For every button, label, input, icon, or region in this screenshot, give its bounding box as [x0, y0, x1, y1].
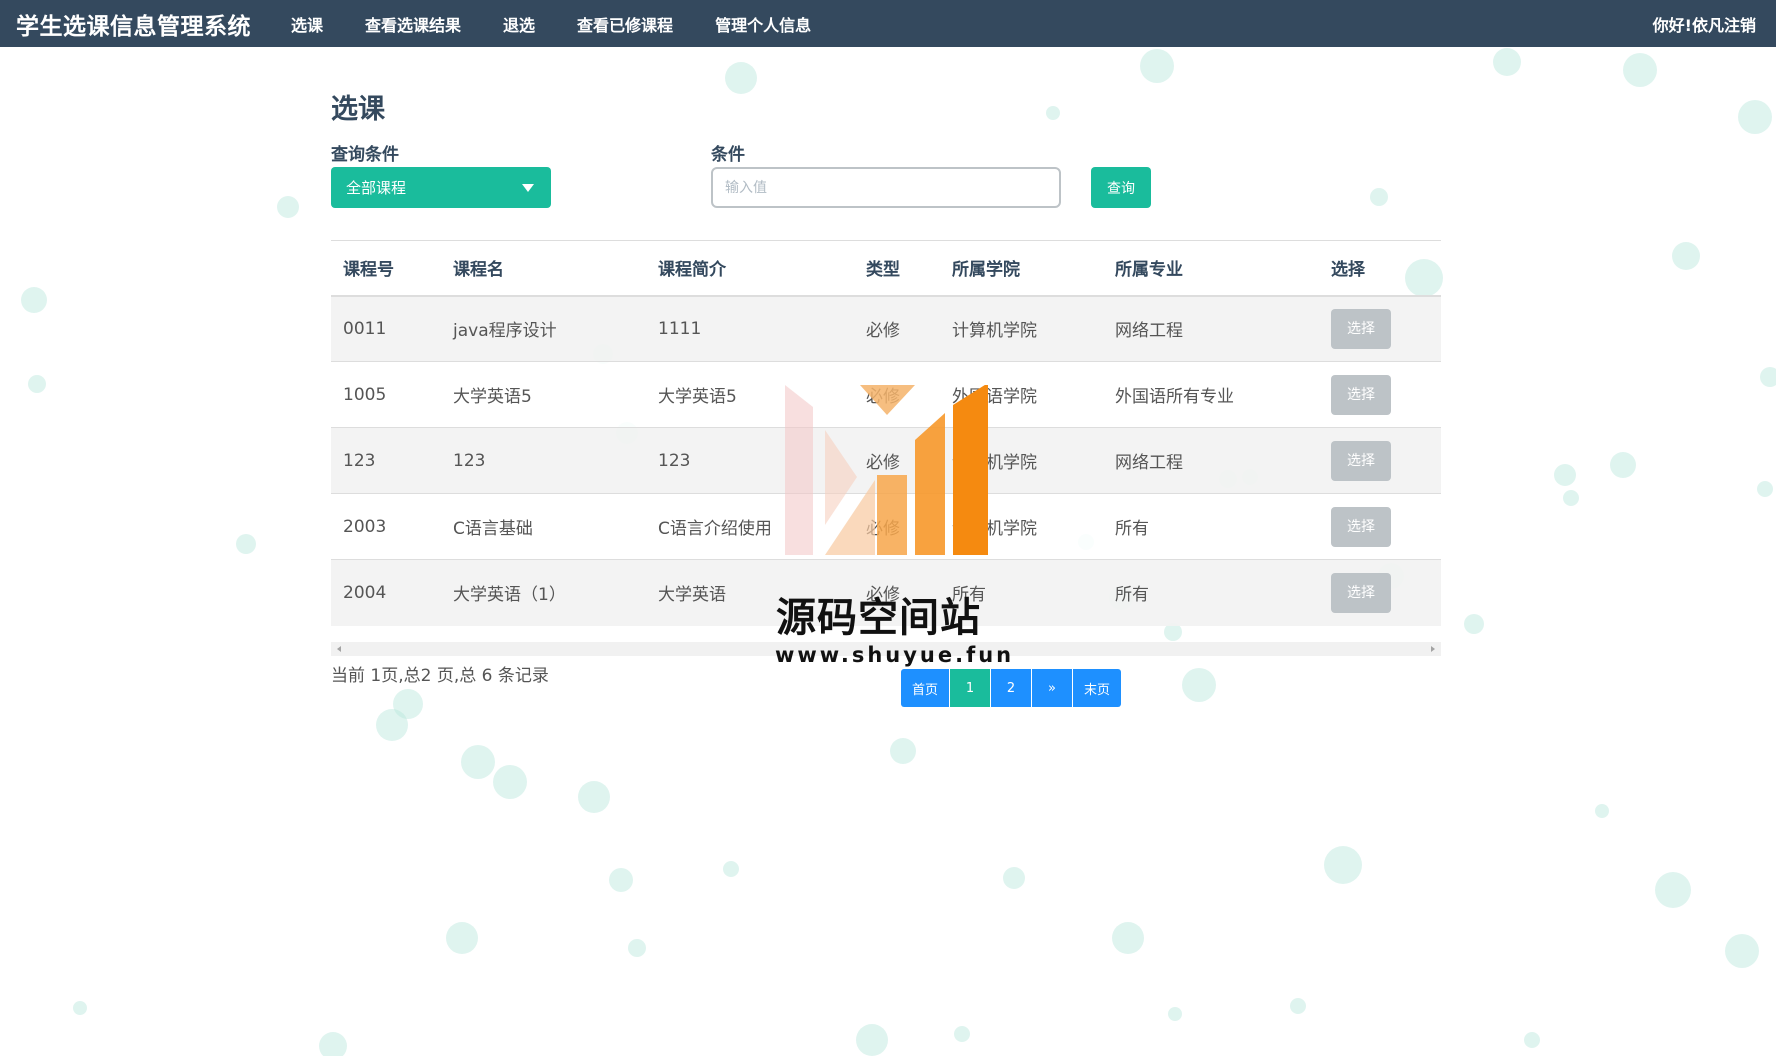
- condition-select-value: 全部课程: [346, 179, 407, 197]
- cell-course-id: 0011: [331, 295, 441, 362]
- cell-action: 选择: [1319, 361, 1441, 428]
- cell-action: 选择: [1319, 493, 1441, 560]
- condition-label: 查询条件: [331, 145, 399, 165]
- table-row: 1005 大学英语5 大学英语5 必修 外国语学院 外国语所有专业 选择: [331, 361, 1441, 428]
- col-header-course-intro: 课程简介: [646, 240, 854, 297]
- cell-major: 所有: [1103, 559, 1319, 626]
- table-row: 0011 java程序设计 1111 必修 计算机学院 网络工程 选择: [331, 295, 1441, 362]
- nav-item-view-results[interactable]: 查看选课结果: [365, 12, 461, 36]
- nav-item-select-course[interactable]: 选课: [291, 12, 323, 36]
- cell-type: 必修: [854, 493, 940, 560]
- cell-course-intro: 大学英语5: [646, 361, 854, 428]
- cell-major: 外国语所有专业: [1103, 361, 1319, 428]
- page-first-button[interactable]: 首页: [901, 669, 949, 707]
- watermark-url: www.shuyue.fun: [775, 643, 1015, 667]
- cell-course-name: 大学英语5: [441, 361, 646, 428]
- col-header-college: 所属学院: [940, 240, 1103, 297]
- table-row: 123 123 123 必修 计算机学院 网络工程 选择: [331, 427, 1441, 494]
- cell-course-name: C语言基础: [441, 493, 646, 560]
- select-course-button[interactable]: 选择: [1331, 506, 1391, 547]
- value-input[interactable]: [711, 167, 1061, 208]
- select-course-button[interactable]: 选择: [1331, 308, 1391, 349]
- top-navbar: 学生选课信息管理系统 选课 查看选课结果 退选 查看已修课程 管理个人信息 你好…: [0, 0, 1776, 47]
- cell-major: 网络工程: [1103, 427, 1319, 494]
- nav-item-personal-info[interactable]: 管理个人信息: [715, 12, 811, 36]
- cell-action: 选择: [1319, 295, 1441, 362]
- cell-action: 选择: [1319, 559, 1441, 626]
- nav-menu: 选课 查看选课结果 退选 查看已修课程 管理个人信息: [291, 12, 853, 36]
- page-2-button[interactable]: 2: [991, 669, 1031, 707]
- search-button[interactable]: 查询: [1091, 167, 1151, 208]
- query-form: 查询条件 全部课程 条件 查询: [331, 140, 1441, 232]
- col-header-course-id: 课程号: [331, 240, 441, 297]
- cell-type: 必修: [854, 427, 940, 494]
- nav-item-withdraw[interactable]: 退选: [503, 12, 535, 36]
- cell-type: 必修: [854, 295, 940, 362]
- col-header-type: 类型: [854, 240, 940, 297]
- cell-college: 计算机学院: [940, 295, 1103, 362]
- select-course-button[interactable]: 选择: [1331, 440, 1391, 481]
- condition-select[interactable]: 全部课程: [331, 167, 551, 208]
- pagination: 首页 1 2 » 末页: [901, 669, 1122, 707]
- cell-college: 计算机学院: [940, 493, 1103, 560]
- cell-action: 选择: [1319, 427, 1441, 494]
- course-table: 课程号 课程名 课程简介 类型 所属学院 所属专业 选择 0011 java程序…: [331, 240, 1441, 626]
- cell-college: 外国语学院: [940, 361, 1103, 428]
- scroll-right-icon[interactable]: [1431, 645, 1435, 652]
- col-header-select: 选择: [1319, 240, 1441, 297]
- table-row: 2003 C语言基础 C语言介绍使用 必修 计算机学院 所有 选择: [331, 493, 1441, 560]
- app-brand[interactable]: 学生选课信息管理系统: [16, 7, 251, 41]
- cell-course-intro: 123: [646, 427, 854, 494]
- watermark-title: 源码空间站: [776, 595, 981, 641]
- cell-course-id: 123: [331, 427, 441, 494]
- select-course-button[interactable]: 选择: [1331, 374, 1391, 415]
- cell-course-intro: 1111: [646, 295, 854, 362]
- col-header-major: 所属专业: [1103, 240, 1319, 297]
- cell-course-name: 123: [441, 427, 646, 494]
- cell-major: 网络工程: [1103, 295, 1319, 362]
- cell-course-name: 大学英语（1）: [441, 559, 646, 626]
- page-title: 选课: [331, 94, 385, 125]
- nav-item-completed-courses[interactable]: 查看已修课程: [577, 12, 673, 36]
- page-next-button[interactable]: »: [1032, 669, 1072, 707]
- cell-course-id: 2004: [331, 559, 441, 626]
- page-last-button[interactable]: 末页: [1073, 669, 1121, 707]
- caret-down-icon: [522, 184, 534, 192]
- cell-course-id: 2003: [331, 493, 441, 560]
- cell-course-intro: C语言介绍使用: [646, 493, 854, 560]
- logout-link[interactable]: 注销: [1724, 16, 1756, 35]
- cell-college: 计算机学院: [940, 427, 1103, 494]
- select-course-button[interactable]: 选择: [1331, 572, 1391, 613]
- col-header-course-name: 课程名: [441, 240, 646, 297]
- cell-type: 必修: [854, 361, 940, 428]
- cell-major: 所有: [1103, 493, 1319, 560]
- user-name-link[interactable]: 依凡: [1692, 16, 1724, 35]
- table-header-row: 课程号 课程名 课程简介 类型 所属学院 所属专业 选择: [331, 240, 1441, 297]
- cell-course-name: java程序设计: [441, 295, 646, 362]
- value-label: 条件: [711, 145, 745, 165]
- page-1-button[interactable]: 1: [950, 669, 990, 707]
- scroll-left-icon[interactable]: [337, 645, 341, 652]
- cell-course-id: 1005: [331, 361, 441, 428]
- greeting-text: 你好!: [1652, 15, 1692, 35]
- user-area: 你好!依凡注销: [1653, 12, 1756, 36]
